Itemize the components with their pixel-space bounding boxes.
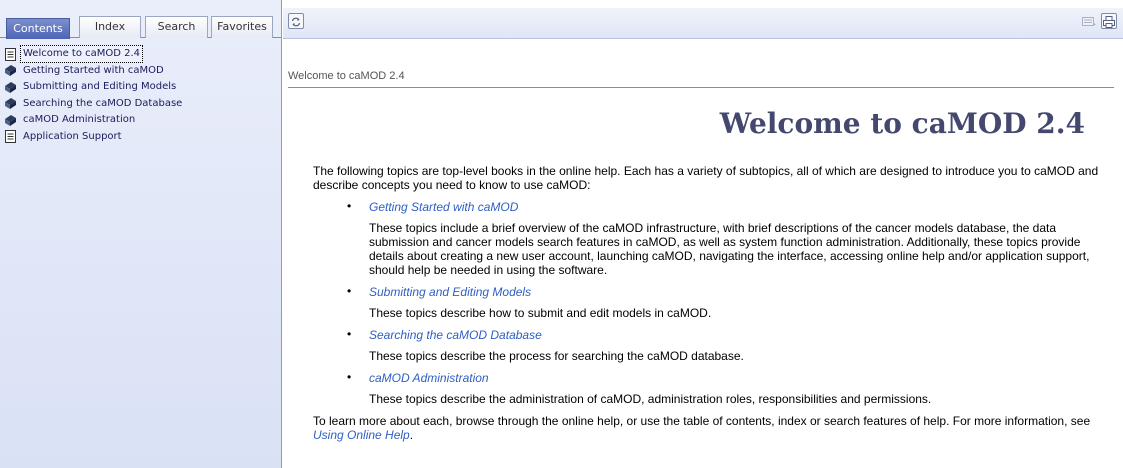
email-icon — [1082, 17, 1096, 26]
using-online-help-link[interactable]: Using Online Help — [313, 428, 410, 442]
footer-text: To learn more about each, browse through… — [313, 414, 1091, 428]
toc-item-label: Searching the caMOD Database — [23, 97, 183, 109]
bullet: • — [347, 370, 352, 384]
topic-description: These topics describe the administration… — [369, 392, 932, 406]
toc-item-label: Getting Started with caMOD — [23, 64, 164, 76]
book-icon — [5, 114, 16, 126]
topic-entry: • caMOD Administration These topics desc… — [347, 370, 1103, 406]
sync-toc-icon — [291, 17, 301, 27]
content-toolbar — [283, 8, 1123, 39]
toc-item-welcome[interactable]: Welcome to caMOD 2.4 — [4, 45, 274, 63]
topic-entry: • Getting Started with caMOD These topic… — [347, 199, 1103, 277]
nav-tab-bar: Contents Index Search Favorites — [0, 8, 281, 39]
bullet: • — [347, 284, 352, 298]
toc-item-label: caMOD Administration — [23, 114, 136, 125]
help-navigation-pane: Contents Index Search Favorites Welcome … — [0, 0, 282, 468]
tab-search[interactable]: Search — [145, 16, 208, 38]
page-icon — [5, 47, 16, 61]
tab-index[interactable]: Index — [79, 16, 141, 38]
book-icon — [5, 98, 16, 109]
topic-link-submitting-models[interactable]: Submitting and Editing Models — [369, 285, 531, 299]
toc-item-submitting-models[interactable]: Submitting and Editing Models — [4, 79, 274, 95]
print-button[interactable] — [1101, 13, 1117, 29]
topic-link-administration[interactable]: caMOD Administration — [369, 371, 489, 385]
intro-paragraph: The following topics are top-level books… — [313, 164, 1099, 192]
header-divider — [288, 87, 1114, 88]
toc-item-searching-database[interactable]: Searching the caMOD Database — [4, 96, 274, 112]
topic-entry: • Searching the caMOD Database These top… — [347, 327, 1103, 363]
topic-description: These topics include a brief overview of… — [369, 221, 1090, 277]
tab-favorites[interactable]: Favorites — [211, 16, 273, 38]
topic-entry: • Submitting and Editing Models These to… — [347, 284, 1103, 320]
footer-punctuation: . — [409, 428, 414, 442]
toc-item-getting-started[interactable]: Getting Started with caMOD — [4, 63, 274, 79]
sync-toc-button[interactable] — [288, 13, 304, 29]
toc-item-administration[interactable]: caMOD Administration — [4, 112, 274, 128]
topic-description: These topics describe how to submit and … — [369, 306, 712, 320]
breadcrumb: Welcome to caMOD 2.4 — [288, 70, 405, 82]
book-icon — [5, 65, 16, 76]
print-icon — [1103, 16, 1115, 28]
toc-item-label: Welcome to caMOD 2.4 — [19, 45, 144, 63]
tab-contents[interactable]: Contents — [6, 18, 70, 39]
table-of-contents: Welcome to caMOD 2.4 Getting Started wit… — [4, 45, 274, 145]
bullet: • — [347, 327, 352, 341]
topic-link-searching-database[interactable]: Searching the caMOD Database — [369, 328, 542, 342]
bullet: • — [347, 199, 352, 213]
topic-description: These topics describe the process for se… — [369, 349, 744, 363]
topic-link-getting-started[interactable]: Getting Started with caMOD — [369, 200, 518, 214]
top-spacer — [283, 0, 1123, 8]
email-button[interactable] — [1081, 13, 1097, 29]
toc-item-label: Submitting and Editing Models — [23, 81, 177, 92]
help-content-pane: Welcome to caMOD 2.4 Welcome to caMOD 2.… — [283, 39, 1123, 468]
page-icon — [5, 130, 16, 143]
topic-body: The following topics are top-level books… — [313, 164, 1103, 442]
toc-item-label: Application Support — [23, 130, 122, 142]
book-icon — [5, 81, 16, 93]
footer-paragraph: To learn more about each, browse through… — [313, 414, 1103, 442]
toc-item-application-support[interactable]: Application Support — [4, 129, 274, 145]
page-title: Welcome to caMOD 2.4 — [719, 107, 1085, 140]
